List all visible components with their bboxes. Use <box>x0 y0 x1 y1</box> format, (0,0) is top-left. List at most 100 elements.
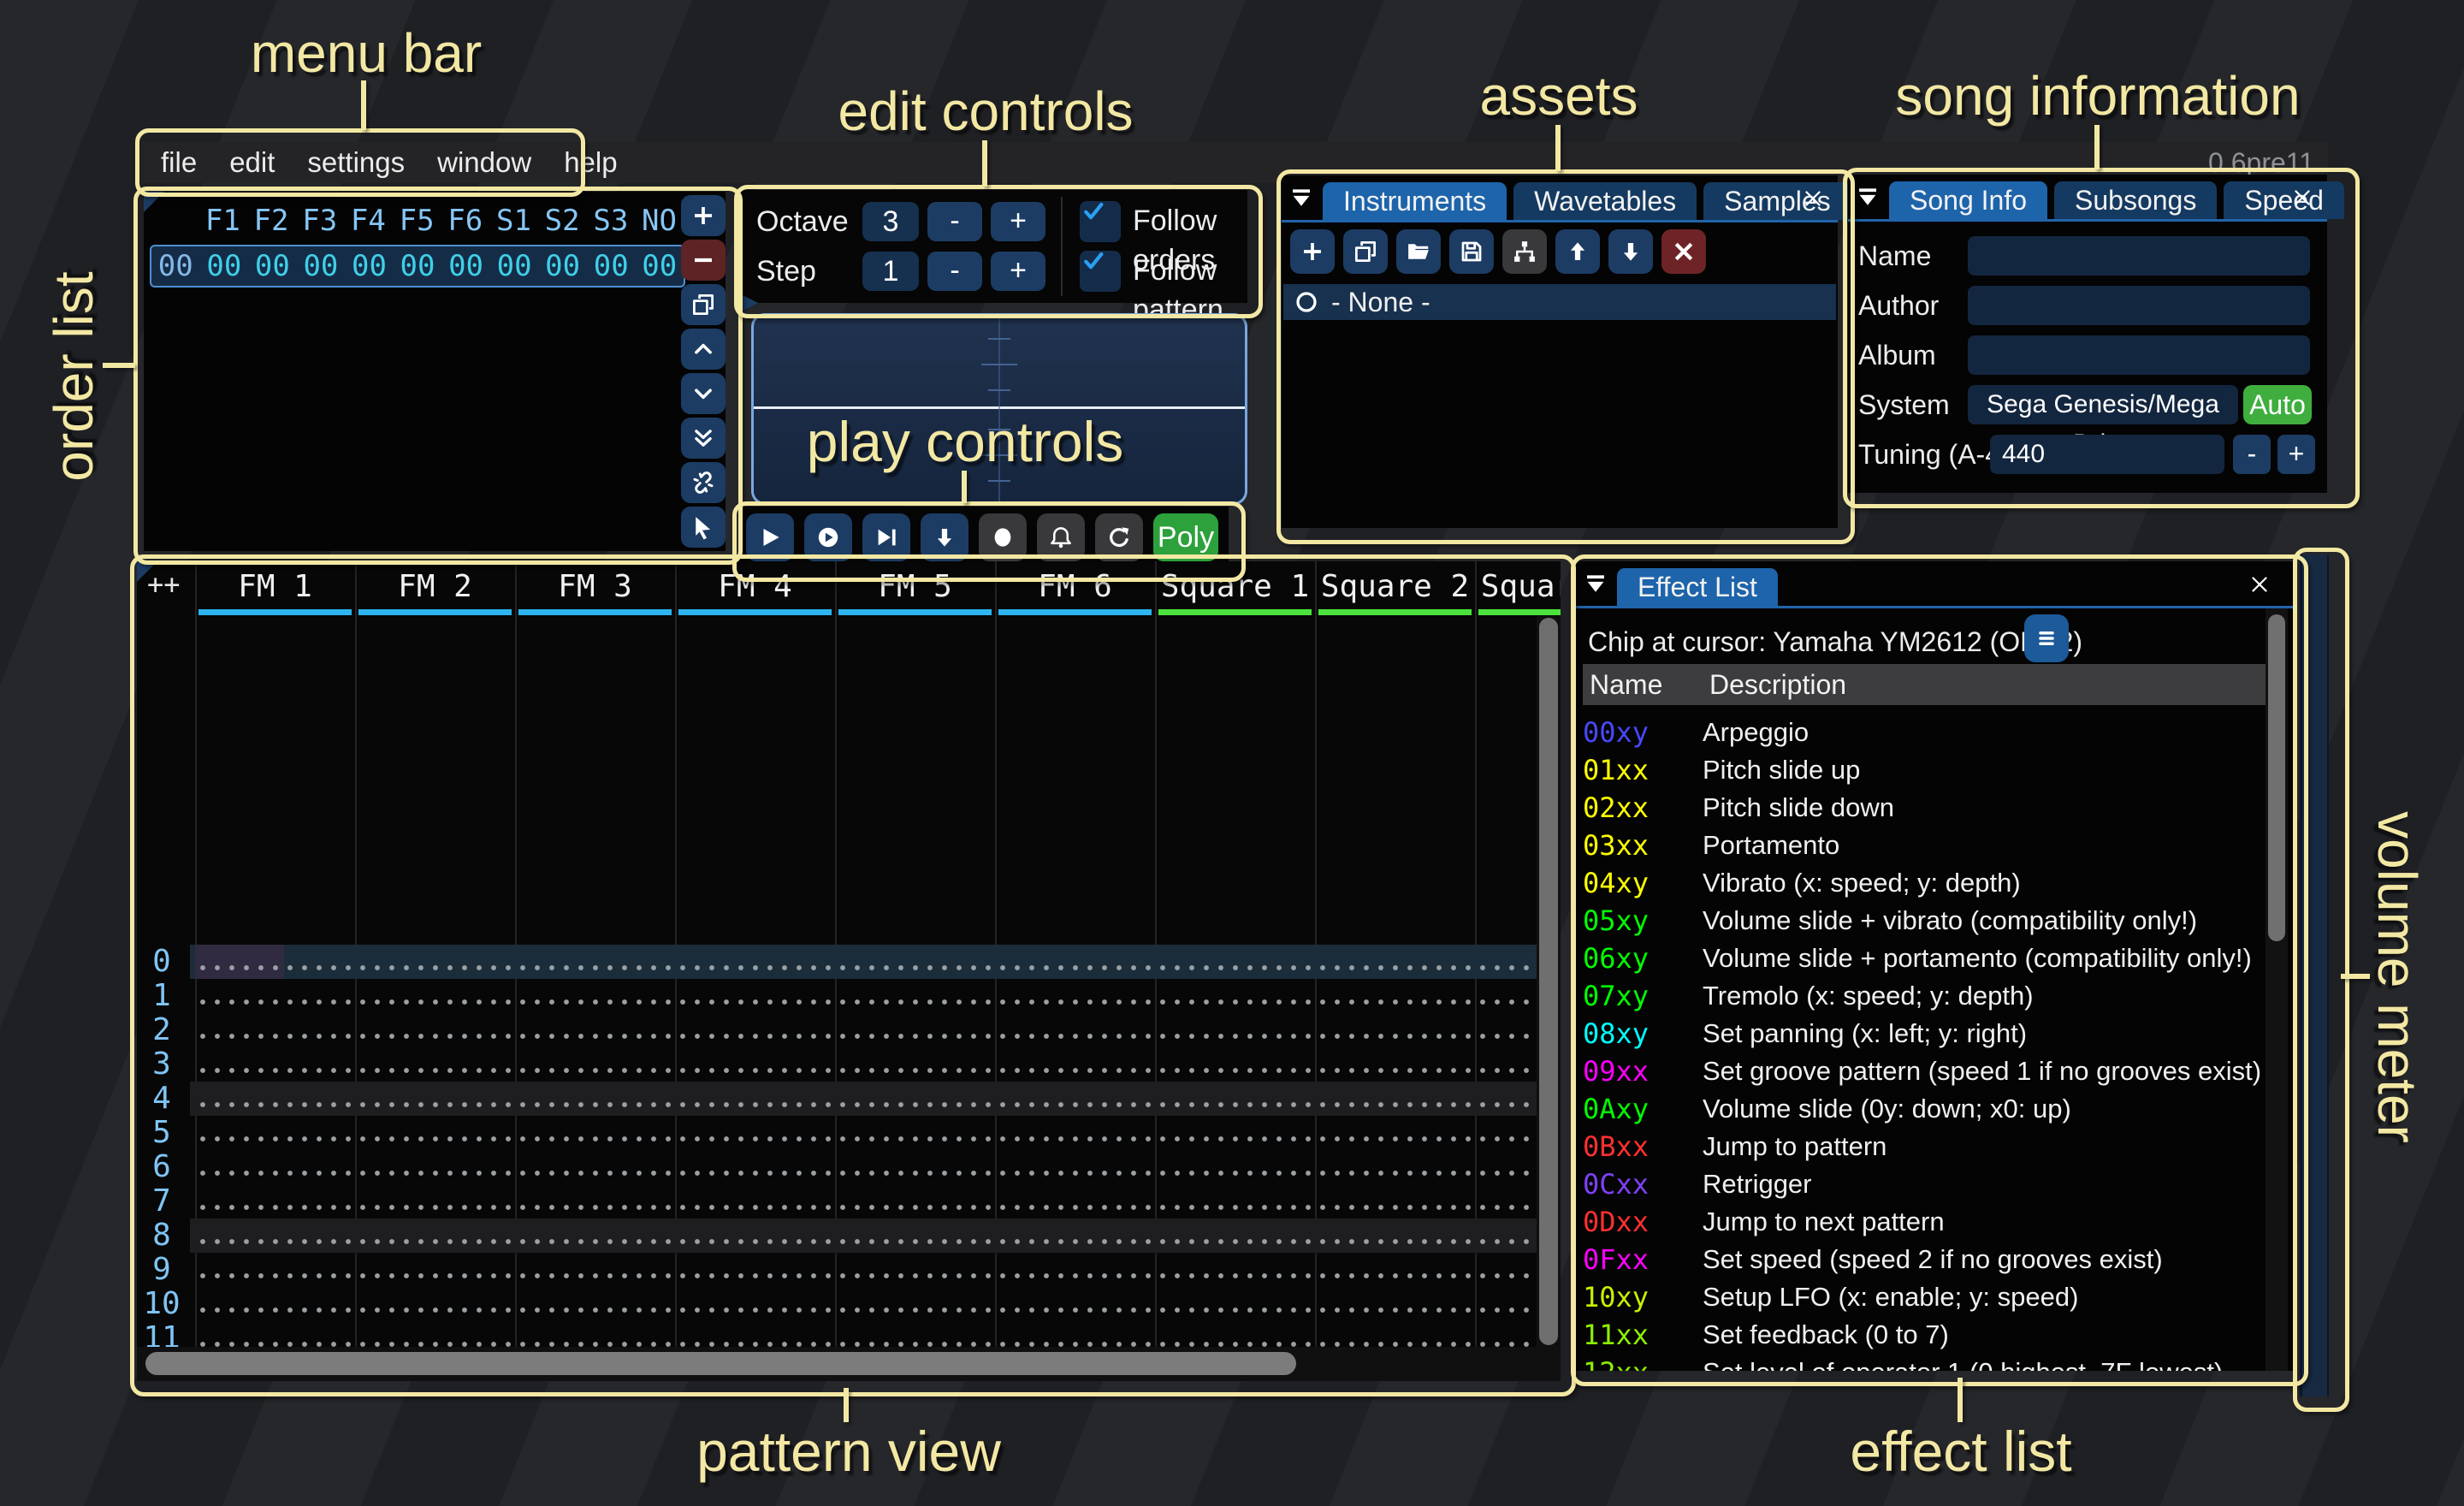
pattern-cell[interactable] <box>1315 1218 1475 1253</box>
pattern-cell[interactable] <box>195 1150 355 1184</box>
step-decrease-button[interactable]: - <box>927 252 982 291</box>
channel-header-fm-1[interactable]: FM 1 <box>195 566 355 608</box>
channel-header-fm-6[interactable]: FM 6 <box>995 566 1155 608</box>
order-cell-S1[interactable]: 00 <box>490 249 539 283</box>
pattern-cell[interactable] <box>515 1047 675 1082</box>
pattern-cell[interactable] <box>675 1253 835 1287</box>
pattern-cell[interactable] <box>515 1116 675 1150</box>
pattern-cell[interactable] <box>675 945 835 979</box>
effect-row-04xy[interactable]: 04xyVibrato (x: speed; y: depth) <box>1583 864 2284 902</box>
add-instrument-button[interactable] <box>1290 229 1335 274</box>
pattern-cell[interactable] <box>1315 979 1475 1013</box>
pattern-cell[interactable] <box>195 1013 355 1047</box>
pattern-cell[interactable] <box>515 1287 675 1321</box>
step-increase-button[interactable]: + <box>991 252 1045 291</box>
tab-instruments[interactable]: Instruments <box>1323 182 1507 220</box>
order-cell-NO[interactable]: 00 <box>635 249 684 283</box>
duplicate-instrument-button[interactable] <box>1343 229 1388 274</box>
pattern-cell[interactable] <box>1155 1082 1315 1116</box>
play-from-beginning-button[interactable] <box>804 513 852 561</box>
pattern-cell[interactable] <box>1155 1184 1315 1218</box>
tab-effect-list[interactable]: Effect List <box>1617 568 1778 606</box>
collapse-window-icon[interactable] <box>1288 186 1314 211</box>
effect-row-11xx[interactable]: 11xxSet feedback (0 to 7) <box>1583 1316 2284 1354</box>
vertical-scrollbar[interactable] <box>1539 618 1558 1345</box>
pattern-cell[interactable] <box>355 1047 515 1082</box>
pattern-cell[interactable] <box>355 1116 515 1150</box>
pattern-cell[interactable] <box>835 1150 995 1184</box>
system-selector[interactable]: Sega Genesis/Mega Drive <box>1968 385 2238 424</box>
pattern-cell[interactable] <box>835 1218 995 1253</box>
pattern-cell[interactable] <box>515 1184 675 1218</box>
octave-decrease-button[interactable]: - <box>927 202 982 241</box>
effect-row-0Fxx[interactable]: 0FxxSet speed (speed 2 if no grooves exi… <box>1583 1241 2284 1278</box>
octave-value[interactable]: 3 <box>862 202 919 241</box>
pattern-cell[interactable] <box>515 1082 675 1116</box>
close-icon[interactable] <box>1800 186 1826 211</box>
pattern-cell[interactable] <box>675 979 835 1013</box>
pattern-cell[interactable] <box>675 1184 835 1218</box>
pattern-cell[interactable] <box>835 1082 995 1116</box>
tab-subsongs[interactable]: Subsongs <box>2054 181 2217 219</box>
play-one-row-button[interactable] <box>862 513 910 561</box>
order-cell-F1[interactable]: 00 <box>200 249 249 283</box>
move-instrument-up-button[interactable] <box>1555 229 1600 274</box>
pattern-cell[interactable] <box>355 1082 515 1116</box>
pattern-cell[interactable] <box>515 1013 675 1047</box>
order-cell-S2[interactable]: 00 <box>538 249 587 283</box>
pattern-cell[interactable] <box>355 1013 515 1047</box>
pattern-cell[interactable] <box>1155 1013 1315 1047</box>
author-field[interactable] <box>1968 286 2310 325</box>
pattern-cell[interactable] <box>995 1150 1155 1184</box>
channel-header-fm-2[interactable]: FM 2 <box>355 566 515 608</box>
effect-row-02xx[interactable]: 02xxPitch slide down <box>1583 789 2284 827</box>
pattern-cell[interactable] <box>515 1253 675 1287</box>
pattern-cell[interactable] <box>515 1150 675 1184</box>
channel-header-fm-5[interactable]: FM 5 <box>835 566 995 608</box>
pattern-cell[interactable] <box>1155 1287 1315 1321</box>
step-value[interactable]: 1 <box>862 252 919 291</box>
pattern-cell[interactable] <box>835 1184 995 1218</box>
pattern-cell[interactable] <box>195 1218 355 1253</box>
pattern-cell[interactable] <box>995 1184 1155 1218</box>
tab-samples[interactable]: Samples <box>1703 182 1851 220</box>
play-button[interactable] <box>746 513 794 561</box>
effect-row-00xy[interactable]: 00xyArpeggio <box>1583 714 2284 751</box>
pattern-cell[interactable] <box>675 1218 835 1253</box>
menu-item-settings[interactable]: settings <box>291 142 421 183</box>
album-field[interactable] <box>1968 335 2310 375</box>
tab-speed[interactable]: Speed <box>2224 181 2344 219</box>
pattern-cell[interactable] <box>995 945 1155 979</box>
pattern-cell[interactable] <box>195 1047 355 1082</box>
pattern-cell[interactable] <box>355 1150 515 1184</box>
pattern-cell[interactable] <box>995 1013 1155 1047</box>
stop-button[interactable] <box>979 513 1027 561</box>
pattern-corner-button[interactable]: ++ <box>147 568 181 601</box>
pattern-cell[interactable] <box>1315 1253 1475 1287</box>
order-cell-F5[interactable]: 00 <box>394 249 442 283</box>
pattern-cell[interactable] <box>835 1116 995 1150</box>
menu-item-window[interactable]: window <box>421 142 548 183</box>
channel-header-square-2[interactable]: Square 2 <box>1315 566 1475 608</box>
effect-row-0Dxx[interactable]: 0DxxJump to next pattern <box>1583 1203 2284 1241</box>
pattern-cell[interactable] <box>835 1013 995 1047</box>
pattern-cell[interactable] <box>1315 1184 1475 1218</box>
add-order-button[interactable] <box>681 195 726 236</box>
delete-instrument-button[interactable] <box>1661 229 1706 274</box>
effect-row-0Cxx[interactable]: 0CxxRetrigger <box>1583 1165 2284 1203</box>
pattern-cell[interactable] <box>835 979 995 1013</box>
instrument-folders-button[interactable] <box>1502 229 1547 274</box>
pattern-cell[interactable] <box>195 1184 355 1218</box>
effect-row-10xy[interactable]: 10xySetup LFO (x: enable; y: speed) <box>1583 1278 2284 1316</box>
remove-order-button[interactable] <box>681 240 726 281</box>
effect-row-06xy[interactable]: 06xyVolume slide + portamento (compatibi… <box>1583 940 2284 977</box>
pattern-cell[interactable] <box>515 979 675 1013</box>
channel-header-square-1[interactable]: Square 1 <box>1155 566 1315 608</box>
name-field[interactable] <box>1968 236 2310 276</box>
follow-pattern-checkbox[interactable] <box>1080 251 1121 292</box>
menu-item-help[interactable]: help <box>548 142 633 183</box>
pattern-cell[interactable] <box>355 1184 515 1218</box>
pattern-cell[interactable] <box>1315 945 1475 979</box>
pattern-cell[interactable] <box>195 945 355 979</box>
pattern-cell[interactable] <box>355 1253 515 1287</box>
